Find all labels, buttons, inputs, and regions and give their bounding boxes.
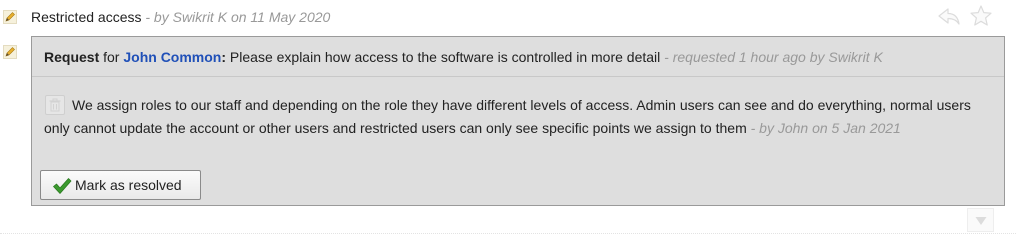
request-person-link[interactable]: John Common <box>123 49 221 65</box>
collapse-toggle[interactable] <box>967 208 994 232</box>
edit-request-icon[interactable] <box>3 45 17 59</box>
star-icon[interactable] <box>968 4 994 28</box>
request-meta: - requested 1 hour ago by Swikrit K <box>660 49 883 65</box>
divider <box>0 233 1016 235</box>
comment-meta: - by Swikrit K on 11 May 2020 <box>141 9 331 25</box>
reply-arrow-icon[interactable] <box>936 4 962 28</box>
reply-meta: - by John on 5 Jan 2021 <box>746 119 901 136</box>
edit-comment-icon[interactable] <box>3 10 17 24</box>
request-for-text: for <box>99 49 124 65</box>
mark-as-resolved-label: Mark as resolved <box>75 177 182 193</box>
comment-header: Restricted access - by Swikrit K on 11 M… <box>31 9 330 25</box>
request-header: Request for John Common: Please explain … <box>32 37 1004 77</box>
comment-actions <box>936 4 998 28</box>
reply-text-block: We assign roles to our staff and dependi… <box>44 94 994 139</box>
comment-title: Restricted access <box>31 9 142 25</box>
triangle-down-icon <box>975 217 987 225</box>
request-keyword: Request <box>44 49 100 65</box>
checkmark-icon <box>52 176 72 194</box>
mark-as-resolved-button[interactable]: Mark as resolved <box>40 170 201 200</box>
request-question: Please explain how access to the softwar… <box>226 49 661 65</box>
request-box: Request for John Common: Please explain … <box>31 36 1005 206</box>
